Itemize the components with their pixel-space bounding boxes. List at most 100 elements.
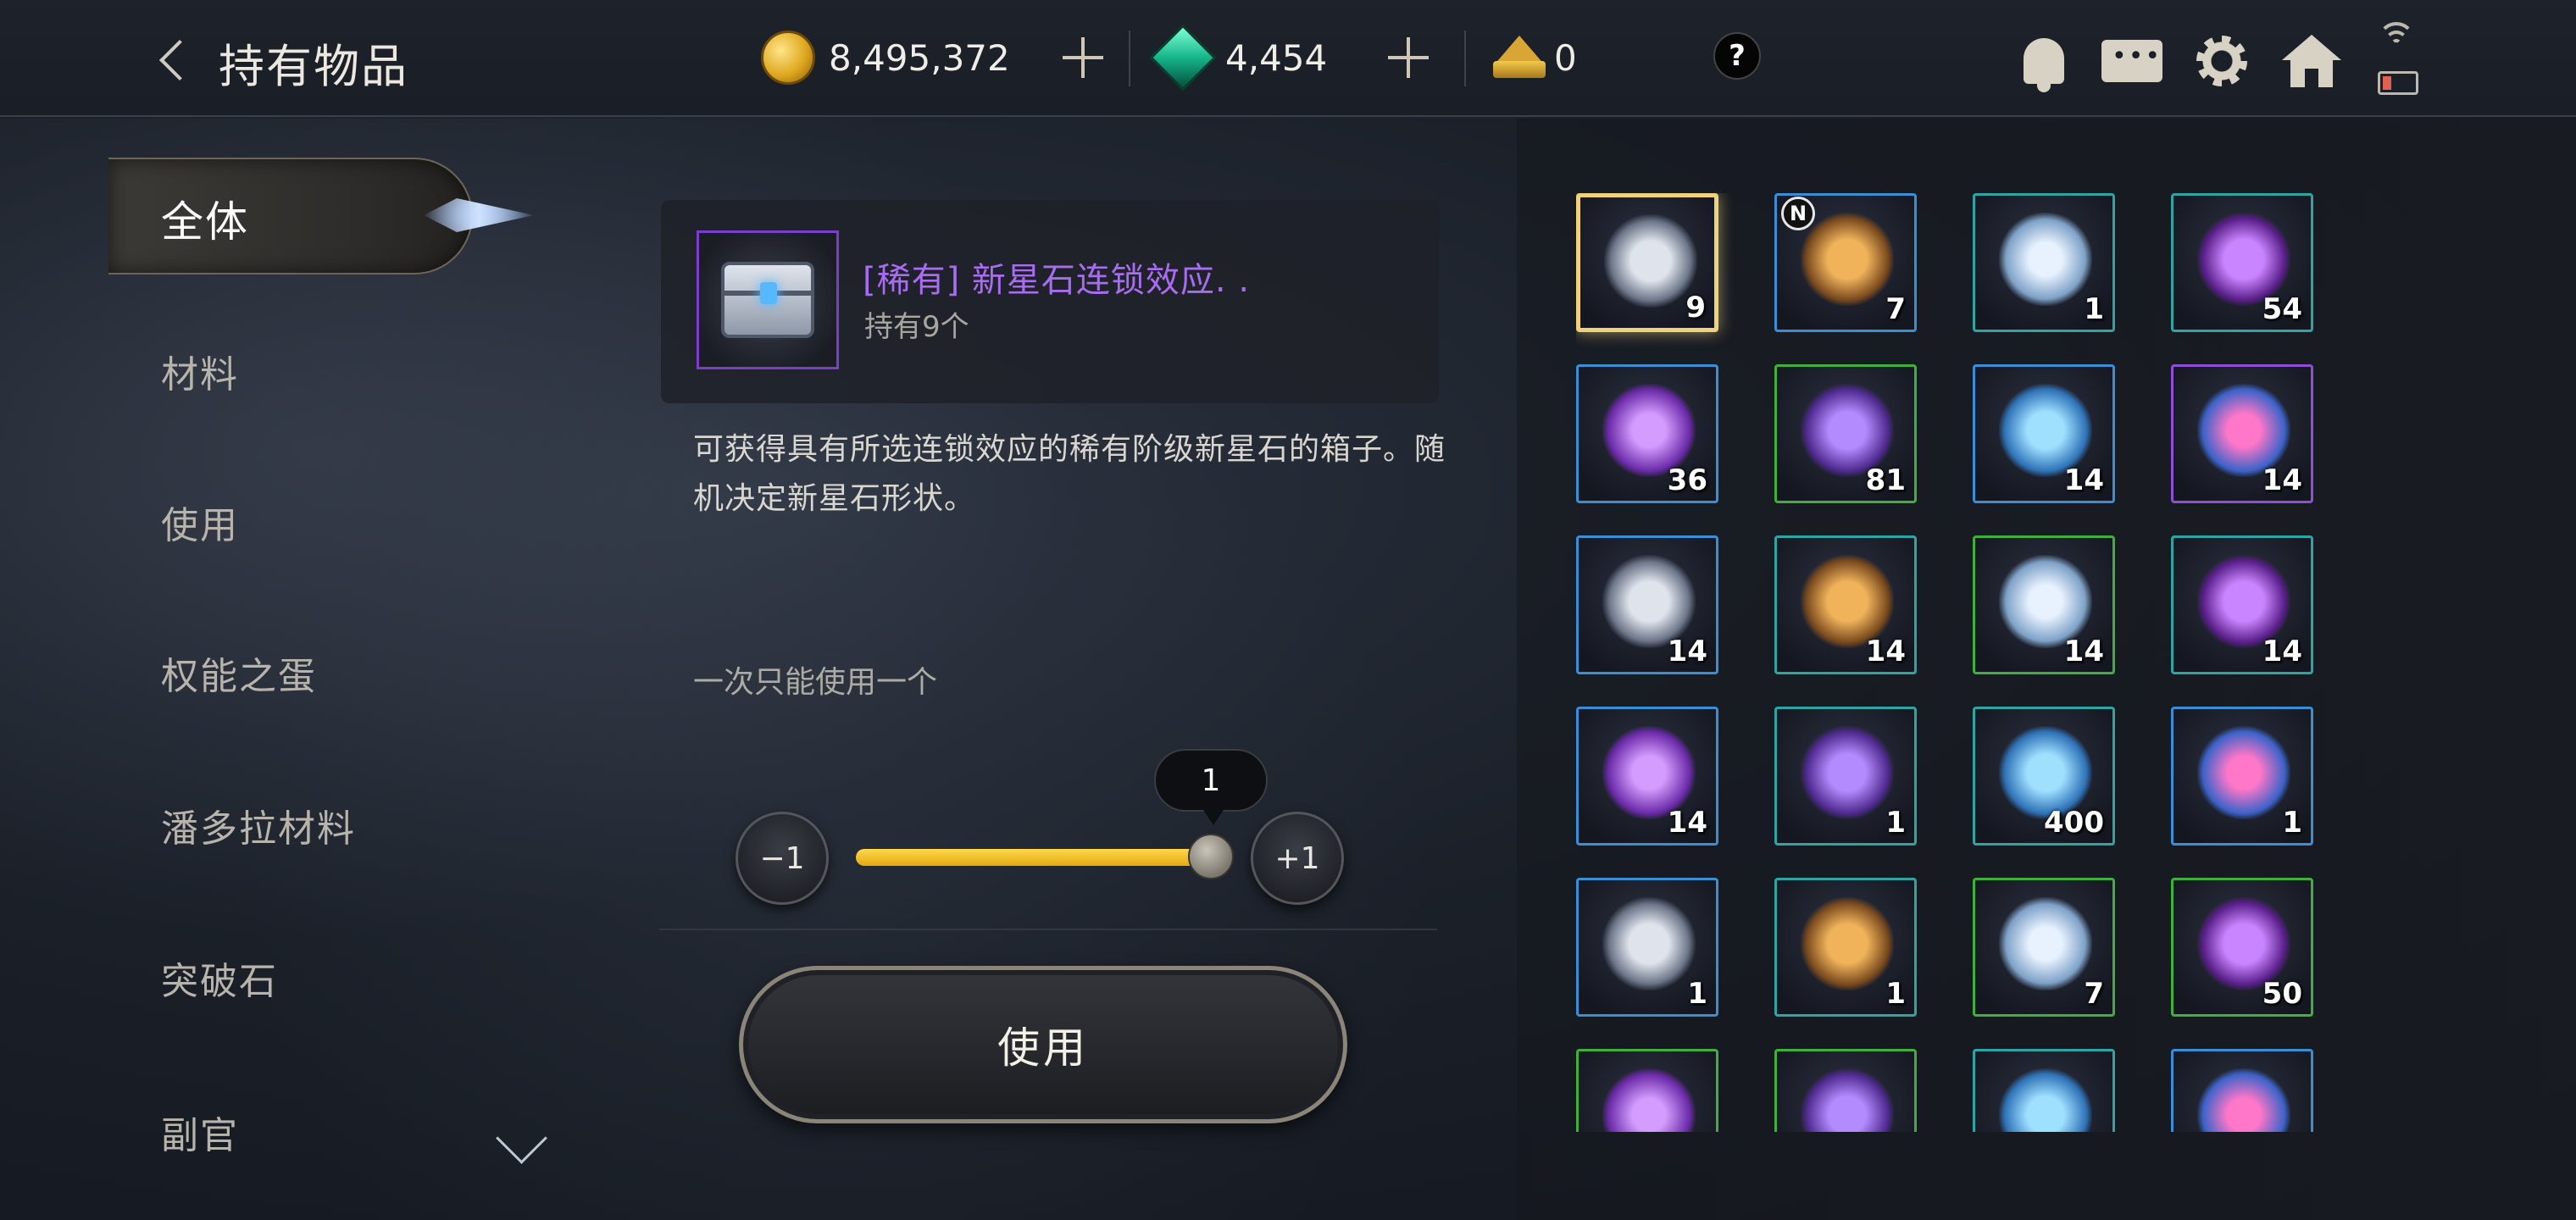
red-rune-icon [1602, 1068, 1696, 1132]
item-count: 7 [2084, 977, 2104, 1011]
help-button[interactable]: ? [1713, 32, 1761, 80]
silver-chest-icon [721, 262, 814, 338]
gear-icon [2196, 36, 2247, 86]
twin-blades-icon [1801, 726, 1894, 819]
inventory-slot[interactable]: 7 [1973, 878, 2115, 1017]
inventory-slot[interactable]: 14 [1774, 535, 1917, 674]
divider [1129, 30, 1130, 86]
inventory-slot[interactable]: 1 [1774, 878, 1917, 1017]
slider-fill [856, 849, 1212, 866]
gem-amount: 4,454 [1225, 36, 1328, 79]
wifi-icon [2378, 22, 2415, 56]
inventory-slot[interactable]: 36 [1576, 364, 1718, 503]
item-count: 14 [2063, 463, 2104, 497]
inventory-slot[interactable] [1576, 1049, 1718, 1132]
item-count: 1 [1687, 977, 1707, 1011]
silver-chest-icon [1604, 214, 1697, 308]
add-gems-button[interactable] [1385, 34, 1432, 81]
blue-scale-icon [1801, 1068, 1894, 1132]
hammer-icon [1999, 1068, 2092, 1132]
chat-button[interactable] [2100, 29, 2164, 93]
inventory-slot[interactable]: 1 [1774, 707, 1917, 846]
sword-hilt-icon [1602, 897, 1696, 990]
inventory-slot[interactable]: 1 [1576, 878, 1718, 1017]
inventory-slot[interactable]: 81 [1774, 364, 1917, 503]
nav-item-deputy[interactable]: 副官 [161, 1105, 239, 1159]
use-limit-note: 一次只能使用一个 [693, 665, 938, 700]
inventory-grid[interactable]: 9 7 1 54 36 81 14 14 14 14 14 14 14 1 400 1 1 1 7 50 [1576, 193, 2339, 1132]
decrement-button[interactable]: −1 [736, 812, 829, 905]
page-title: 持有物品 [219, 40, 408, 93]
inventory-slot[interactable] [2171, 1049, 2313, 1132]
new-badge: N [1781, 197, 1815, 230]
item-count: 1 [2084, 292, 2104, 326]
quantity-slider[interactable] [856, 849, 1212, 866]
quantity-tooltip: 1 [1154, 749, 1268, 825]
white-flame-icon [2197, 726, 2290, 819]
slider-handle[interactable] [1188, 834, 1234, 879]
item-count: 54 [2262, 292, 2302, 326]
battery-icon [2378, 71, 2418, 95]
nav-item-all[interactable]: 全体 [108, 158, 473, 274]
inventory-slot[interactable]: 14 [2171, 364, 2313, 503]
add-gold-button[interactable] [1059, 34, 1107, 81]
item-count: 50 [2262, 977, 2302, 1011]
bell-icon [2024, 38, 2064, 92]
gold-amount: 8,495,372 [829, 36, 1010, 79]
increment-button[interactable]: +1 [1251, 812, 1344, 905]
sword-hilt-icon [1801, 897, 1894, 990]
item-count: 14 [2063, 635, 2104, 668]
inventory-slot[interactable] [1973, 1049, 2115, 1132]
gem-counter: 4,454 [1149, 24, 1328, 92]
inventory-slot[interactable]: 14 [1576, 535, 1718, 674]
nav-item-pandora-materials[interactable]: 潘多拉材料 [161, 798, 356, 852]
crown-icon [1490, 32, 1549, 83]
top-bar: 持有物品 8,495,372 4,454 0 ? [0, 0, 2576, 117]
inventory-slot[interactable]: 14 [1973, 364, 2115, 503]
item-name: [稀有] 新星石连锁效应. . [863, 261, 1251, 300]
chevron-down-icon[interactable] [491, 1127, 551, 1161]
crown-amount: 0 [1554, 36, 1577, 79]
chevron-left-icon [158, 39, 201, 81]
nav-item-breakthrough-stone[interactable]: 突破石 [161, 951, 278, 1005]
divider [659, 929, 1437, 930]
item-count: 14 [2262, 635, 2302, 668]
item-count: 14 [1865, 635, 1906, 668]
item-count: 1 [1885, 806, 1906, 840]
nav-item-label: 全体 [161, 197, 249, 247]
inventory-slot[interactable]: 9 [1576, 193, 1718, 332]
inventory-slot[interactable] [1774, 1049, 1917, 1132]
nav-item-materials[interactable]: 材料 [161, 344, 239, 398]
inventory-slot[interactable]: 54 [2171, 193, 2313, 332]
item-count: 14 [1667, 806, 1707, 840]
inventory-slot[interactable]: 1 [1973, 193, 2115, 332]
inventory-slot[interactable]: 14 [1973, 535, 2115, 674]
notification-button[interactable] [2012, 29, 2076, 93]
inventory-slot[interactable]: 14 [2171, 535, 2313, 674]
pouch-icon [1801, 213, 1894, 306]
item-thumbnail [697, 230, 839, 369]
use-button[interactable]: 使用 [739, 966, 1347, 1123]
axe-icon [2197, 1068, 2290, 1132]
home-button[interactable] [2279, 29, 2344, 93]
back-button[interactable] [153, 30, 201, 90]
nav-item-power-egg[interactable]: 权能之蛋 [161, 646, 317, 700]
item-owned-count: 持有9个 [864, 310, 969, 344]
gold-coin-icon [761, 30, 815, 85]
home-icon [2282, 35, 2341, 87]
item-count: 9 [1685, 291, 1706, 324]
settings-button[interactable] [2190, 29, 2254, 93]
divider [1464, 30, 1466, 86]
inventory-slot[interactable]: 50 [2171, 878, 2313, 1017]
item-count: 81 [1865, 463, 1906, 497]
item-description: 可获得具有所选连锁效应的稀有阶级新星石的箱子。随机决定新星石形状。 [693, 432, 1446, 516]
item-count: 14 [2262, 463, 2302, 497]
green-gem-icon [1149, 24, 1217, 92]
inventory-slot[interactable]: 400 [1973, 707, 2115, 846]
item-count: 7 [1885, 292, 1906, 326]
item-count: 1 [2282, 806, 2302, 840]
nav-item-use[interactable]: 使用 [161, 495, 239, 549]
inventory-slot[interactable]: 14 [1576, 707, 1718, 846]
inventory-slot[interactable]: 1 [2171, 707, 2313, 846]
gold-counter: 8,495,372 [761, 25, 1010, 90]
